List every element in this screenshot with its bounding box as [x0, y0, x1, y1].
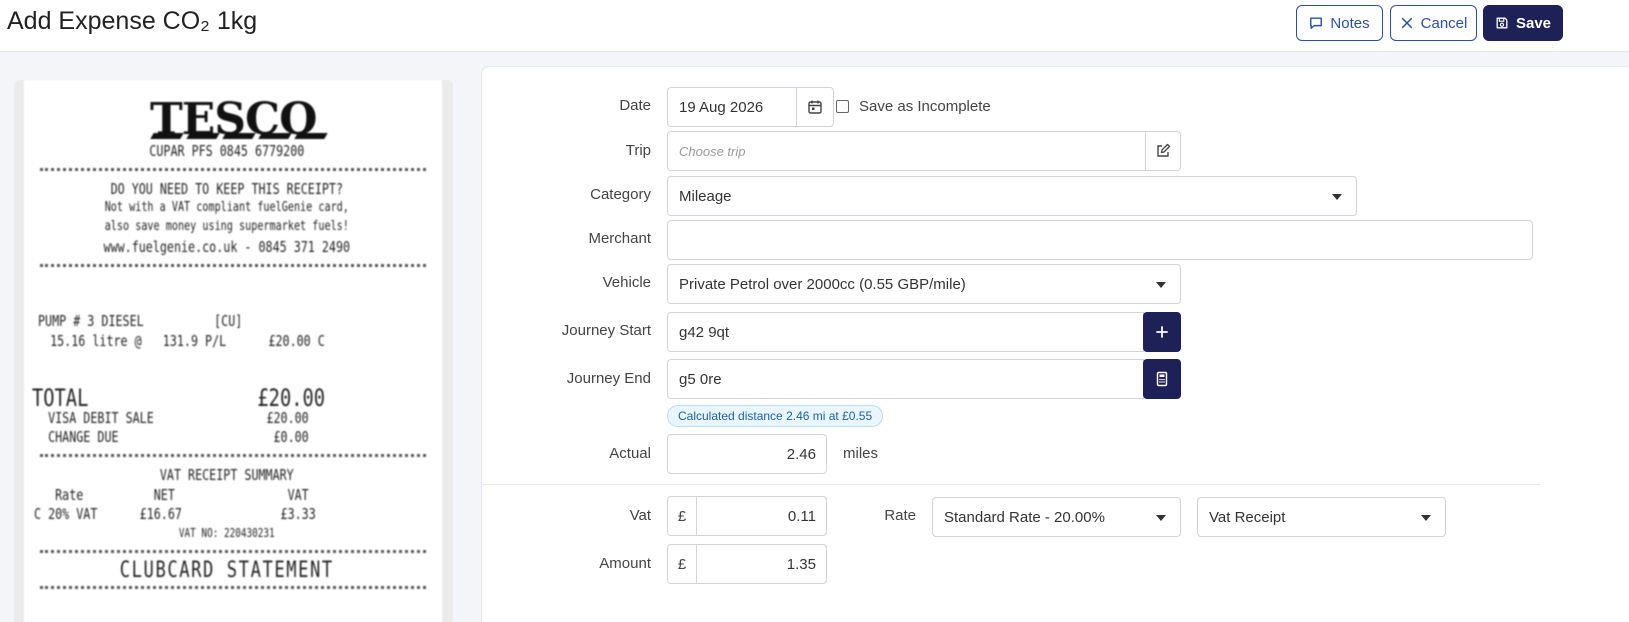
close-icon: [1401, 17, 1412, 29]
receipt-separator: [40, 454, 426, 457]
receipt-line: Rate NET VAT: [34, 486, 309, 504]
chevron-down-icon: [1156, 515, 1166, 521]
merchant-input[interactable]: [667, 220, 1533, 260]
receipt-line: CUPAR PFS 0845 6779200: [149, 142, 305, 160]
receipt-line: CHANGE DUE £0.00: [34, 428, 309, 446]
floppy-disk-icon: [1496, 17, 1508, 29]
receipt-line: VISA DEBIT SALE £20.00: [34, 409, 309, 427]
receipt-line: C 20% VAT £16.67 £3.33: [34, 505, 316, 523]
date-label: Date: [619, 97, 651, 114]
plus-icon: [1156, 326, 1168, 338]
date-input[interactable]: 19 Aug 2026: [667, 87, 797, 127]
trip-label: Trip: [625, 142, 651, 159]
page-title: Add Expense CO₂ 1kg: [7, 7, 258, 35]
edit-icon: [1157, 143, 1171, 157]
vat-receipt-value: Vat Receipt: [1209, 508, 1286, 526]
save-button[interactable]: Save: [1483, 5, 1563, 41]
receipt-line: VAT NO: 220430231: [178, 526, 275, 540]
receipt-line: CLUBCARD STATEMENT: [119, 558, 334, 583]
receipt-line: DO YOU NEED TO KEEP THIS RECEIPT?: [110, 180, 344, 198]
vehicle-value: Private Petrol over 2000cc (0.55 GBP/mil…: [679, 275, 966, 293]
add-stop-button[interactable]: [1143, 312, 1181, 352]
trip-placeholder: Choose trip: [679, 143, 746, 159]
calculated-distance-badge: Calculated distance 2.46 mi at £0.55: [667, 405, 884, 427]
category-label: Category: [590, 186, 651, 203]
receipt-separator: [40, 550, 426, 553]
notes-label: Notes: [1330, 14, 1370, 32]
receipt-line: also save money using supermarket fuels!: [104, 219, 349, 234]
comment-icon: [1310, 17, 1323, 29]
chevron-down-icon: [1156, 282, 1166, 288]
receipt-line: 15.16 litre @ 131.9 P/L £20.00 C: [36, 332, 325, 350]
date-picker-button[interactable]: [796, 87, 834, 127]
journey-end-input[interactable]: g5 0re: [667, 359, 1144, 399]
receipt-image: TESCO CUPAR PFS 0845 6779200 DO YOU NEED…: [24, 80, 442, 622]
journey-start-label: Journey Start: [561, 322, 651, 339]
page-header: Add Expense CO₂ 1kg Notes Cancel Save: [0, 0, 1629, 52]
save-incomplete-label: Save as Incomplete: [859, 98, 991, 115]
notes-button[interactable]: Notes: [1296, 5, 1383, 41]
chevron-down-icon: [1421, 515, 1431, 521]
receipt-separator: [40, 168, 426, 171]
receipt-line: www.fuelgenie.co.uk - 0845 371 2490: [103, 238, 351, 256]
section-divider: [482, 484, 1540, 485]
logo-stripes: [150, 133, 328, 139]
receipt-line: Not with a VAT compliant fuelGenie card,: [104, 200, 349, 215]
receipt-separator: [40, 586, 426, 589]
vehicle-label: Vehicle: [602, 274, 651, 291]
vat-rate-value: Standard Rate - 20.00%: [944, 508, 1105, 526]
save-label: Save: [1515, 14, 1552, 32]
save-incomplete-checkbox[interactable]: [836, 100, 849, 113]
receipt-separator: [40, 264, 426, 267]
journey-end-label: Journey End: [566, 370, 651, 387]
calculator-icon: [1156, 371, 1168, 387]
trip-select[interactable]: Choose trip: [667, 131, 1146, 171]
amount-input[interactable]: 1.35: [696, 544, 827, 584]
actual-unit: miles: [843, 445, 879, 462]
category-value: Mileage: [679, 187, 732, 205]
category-select[interactable]: Mileage: [667, 176, 1357, 216]
calendar-icon: [808, 100, 822, 114]
receipt-total: TOTAL £20.00: [32, 384, 326, 412]
actual-label: Actual: [609, 445, 651, 462]
receipt-line: PUMP # 3 DIESEL [CU]: [38, 312, 243, 330]
merchant-label: Merchant: [588, 230, 651, 247]
receipt-image-panel: TESCO CUPAR PFS 0845 6779200 DO YOU NEED…: [14, 80, 453, 622]
vat-label: Vat: [629, 507, 651, 524]
chevron-down-icon: [1332, 194, 1342, 200]
cancel-label: Cancel: [1420, 14, 1468, 32]
journey-start-input[interactable]: g42 9qt: [667, 312, 1144, 352]
vat-rate-select[interactable]: Standard Rate - 20.00%: [932, 497, 1181, 537]
vat-amount-input[interactable]: 0.11: [696, 496, 827, 536]
rate-label: Rate: [884, 507, 916, 524]
vat-receipt-select[interactable]: Vat Receipt: [1197, 497, 1446, 537]
actual-distance-input[interactable]: 2.46: [667, 434, 827, 474]
amount-label: Amount: [599, 555, 651, 572]
receipt-line: VAT RECEIPT SUMMARY: [159, 466, 294, 484]
amount-currency-prefix: £: [667, 544, 697, 584]
vehicle-select[interactable]: Private Petrol over 2000cc (0.55 GBP/mil…: [667, 264, 1181, 304]
edit-trip-button[interactable]: [1145, 131, 1181, 171]
vat-currency-prefix: £: [667, 496, 697, 536]
calculate-distance-button[interactable]: [1143, 359, 1181, 399]
cancel-button[interactable]: Cancel: [1390, 5, 1477, 41]
